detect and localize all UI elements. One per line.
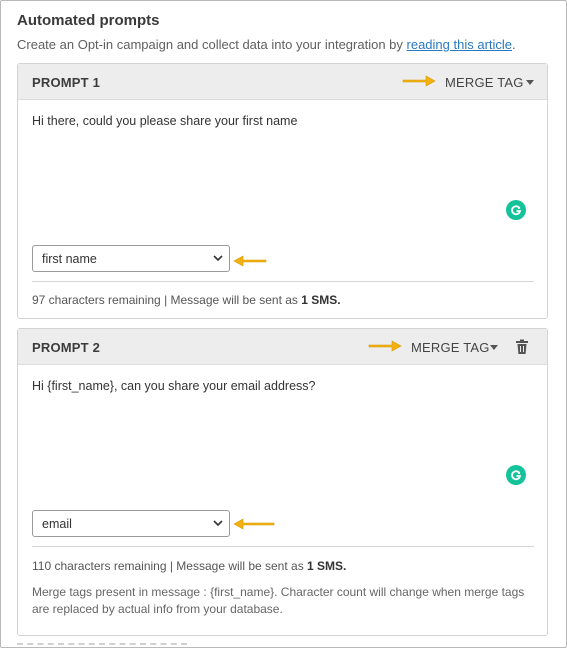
sms-count: 1 SMS.: [301, 293, 341, 307]
field-select-value: email: [42, 517, 72, 531]
prompt-title: PROMPT 1: [32, 75, 101, 90]
section-subtitle: Create an Opt-in campaign and collect da…: [17, 37, 516, 52]
add-prompt-placeholder: [17, 643, 187, 645]
chars-remaining-text: 110 characters remaining | Message will …: [32, 559, 308, 573]
chars-remaining-text: 97 characters remaining | Message will b…: [32, 293, 302, 307]
arrow-icon: [233, 518, 275, 530]
field-select[interactable]: first name: [32, 245, 230, 272]
merge-tag-dropdown[interactable]: MERGE TAG: [445, 75, 524, 90]
trash-icon[interactable]: [515, 339, 529, 355]
caret-down-icon[interactable]: [490, 345, 498, 350]
field-select[interactable]: email: [32, 510, 230, 537]
merge-tag-dropdown[interactable]: MERGE TAG: [411, 340, 490, 355]
sms-count: 1 SMS.: [307, 559, 347, 573]
message-textarea[interactable]: Hi there, could you please share your fi…: [32, 114, 297, 128]
prompt-header: PROMPT 2 MERGE TAG: [18, 329, 547, 365]
chevron-down-icon: [213, 520, 223, 527]
prompt-title: PROMPT 2: [32, 340, 101, 355]
prompt-card-1: PROMPT 1 MERGE TAG Hi there, could you p…: [17, 63, 548, 319]
arrow-icon: [368, 340, 402, 352]
divider: [32, 281, 534, 282]
subtitle-text: Create an Opt-in campaign and collect da…: [17, 37, 407, 52]
divider: [32, 546, 534, 547]
arrow-icon: [233, 255, 267, 267]
caret-down-icon[interactable]: [526, 80, 534, 85]
grammarly-icon[interactable]: [506, 465, 526, 485]
message-textarea[interactable]: Hi {first_name}, can you share your emai…: [32, 379, 315, 393]
merge-tag-note: Merge tags present in message : {first_n…: [32, 585, 525, 616]
prompt-header: PROMPT 1 MERGE TAG: [18, 64, 547, 100]
character-count: 97 characters remaining | Message will b…: [32, 293, 341, 307]
prompt-card-2: PROMPT 2 MERGE TAG Hi {first_name}, can …: [17, 328, 548, 636]
section-title: Automated prompts: [17, 12, 160, 29]
chevron-down-icon: [213, 255, 223, 262]
arrow-icon: [402, 75, 436, 87]
reading-article-link[interactable]: reading this article: [407, 37, 513, 52]
grammarly-icon[interactable]: [506, 200, 526, 220]
character-count: 110 characters remaining | Message will …: [32, 559, 346, 573]
subtitle-suffix: .: [512, 37, 516, 52]
field-select-value: first name: [42, 252, 97, 266]
